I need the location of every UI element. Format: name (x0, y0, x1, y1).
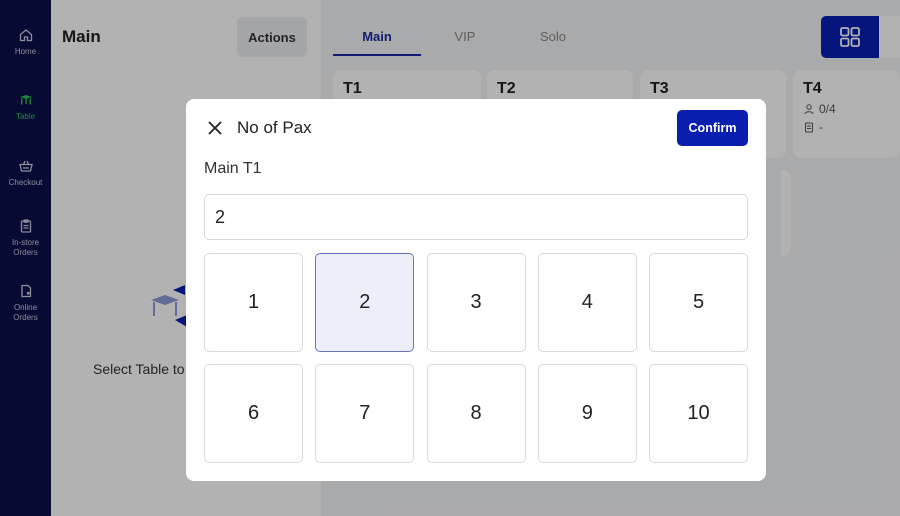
key-4[interactable]: 4 (537, 253, 637, 352)
close-button[interactable] (204, 117, 226, 139)
pax-keypad: 1 2 3 4 5 6 7 8 9 10 (204, 253, 748, 463)
key-3[interactable]: 3 (426, 253, 526, 352)
key-8[interactable]: 8 (426, 364, 526, 463)
key-1[interactable]: 1 (204, 253, 303, 352)
confirm-button[interactable]: Confirm (677, 110, 748, 146)
key-9[interactable]: 9 (537, 364, 637, 463)
key-2[interactable]: 2 (315, 253, 415, 352)
pax-dialog: No of Pax Confirm Main T1 1 2 3 4 5 6 7 … (186, 99, 766, 481)
dialog-title: No of Pax (237, 118, 312, 137)
key-10[interactable]: 10 (649, 364, 748, 463)
key-5[interactable]: 5 (649, 253, 748, 352)
table-label: Main T1 (204, 160, 262, 177)
pax-input[interactable] (204, 194, 748, 240)
key-7[interactable]: 7 (315, 364, 415, 463)
close-icon (208, 121, 222, 135)
key-6[interactable]: 6 (204, 364, 303, 463)
